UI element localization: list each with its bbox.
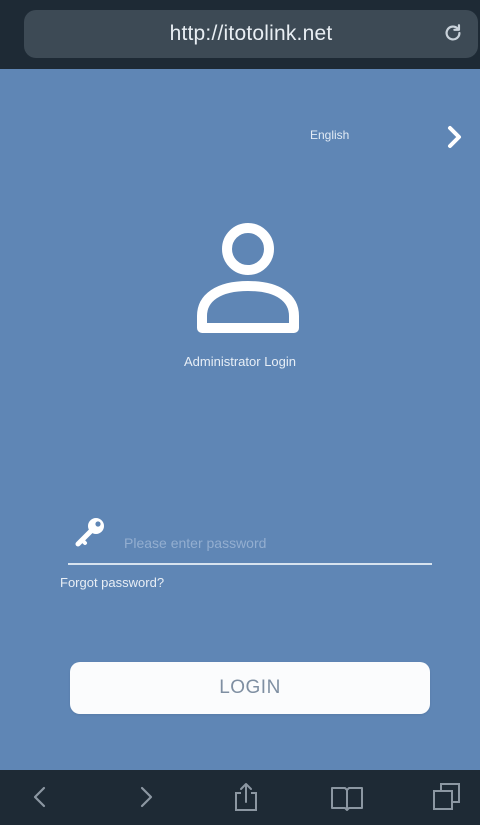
login-button[interactable]: LOGIN xyxy=(70,662,430,714)
share-icon[interactable] xyxy=(233,782,259,812)
reload-icon[interactable] xyxy=(442,22,464,44)
chevron-right-icon[interactable] xyxy=(444,124,466,150)
key-icon xyxy=(75,518,104,547)
url-field[interactable]: http://itotolink.net xyxy=(24,10,478,58)
tabs-icon[interactable] xyxy=(432,782,462,812)
password-input[interactable] xyxy=(122,526,426,560)
forward-icon[interactable] xyxy=(136,785,156,809)
browser-bottom-toolbar xyxy=(0,770,480,825)
url-text: http://itotolink.net xyxy=(169,22,333,45)
login-title: Administrator Login xyxy=(184,354,296,369)
forgot-password-link[interactable]: Forgot password? xyxy=(60,575,164,590)
password-underline xyxy=(68,563,432,565)
browser-top-bar: http://itotolink.net xyxy=(0,0,480,69)
language-label[interactable]: English xyxy=(310,128,390,142)
back-icon[interactable] xyxy=(30,785,50,809)
bookmarks-icon[interactable] xyxy=(330,785,364,811)
user-avatar-icon xyxy=(197,223,299,333)
